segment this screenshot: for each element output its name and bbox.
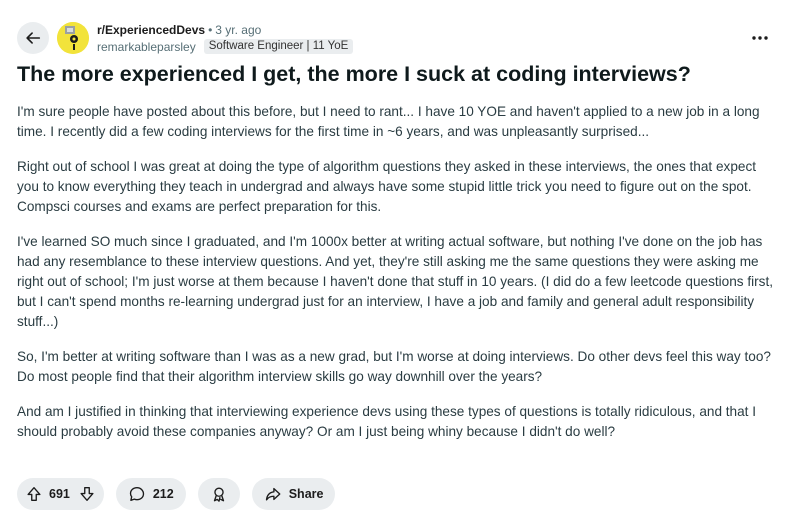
more-options-button[interactable] xyxy=(746,24,774,52)
vote-count: 691 xyxy=(49,487,70,501)
post-paragraph: I'm sure people have posted about this b… xyxy=(17,104,760,139)
post-meta: r/ExperiencedDevs • 3 yr. ago remarkable… xyxy=(97,22,354,55)
post-body: I'm sure people have posted about this b… xyxy=(17,102,774,457)
back-button[interactable] xyxy=(17,22,49,54)
arrow-left-icon xyxy=(26,32,41,44)
post-page: r/ExperiencedDevs • 3 yr. ago remarkable… xyxy=(0,0,788,525)
comment-count: 212 xyxy=(152,487,174,501)
post-paragraph: Right out of school I was great at doing… xyxy=(17,159,757,214)
share-label: Share xyxy=(288,487,324,501)
post-title: The more experienced I get, the more I s… xyxy=(17,62,691,86)
post-paragraph: I've learned SO much since I graduated, … xyxy=(17,234,774,329)
post-paragraph: And am I justified in thinking that inte… xyxy=(17,404,757,439)
speech-bubble-icon xyxy=(129,487,145,501)
post-age: 3 yr. ago xyxy=(215,22,262,37)
meta-separator: • xyxy=(208,22,213,37)
meta-top-line: r/ExperiencedDevs • 3 yr. ago xyxy=(97,22,353,38)
award-icon xyxy=(213,487,224,502)
share-arrow-icon xyxy=(265,487,281,501)
comments-button[interactable]: 212 xyxy=(115,478,186,510)
post-header: r/ExperiencedDevs • 3 yr. ago remarkable… xyxy=(17,20,774,56)
subreddit-link[interactable]: r/ExperiencedDevs xyxy=(97,22,205,38)
subreddit-avatar[interactable] xyxy=(57,22,89,54)
user-flair: Software Engineer | 11 YoE xyxy=(203,39,354,54)
author-username[interactable]: remarkableparsley xyxy=(97,39,196,55)
more-icon xyxy=(752,36,768,40)
subreddit-icon xyxy=(57,22,89,54)
post-action-bar: 691 212 Share xyxy=(17,478,336,510)
vote-control: 691 xyxy=(17,478,104,510)
meta-bottom-line: remarkableparsley Software Engineer | 11… xyxy=(97,39,354,55)
award-button[interactable] xyxy=(197,478,240,510)
arrow-up-icon[interactable] xyxy=(25,485,43,503)
arrow-down-icon[interactable] xyxy=(78,485,96,503)
share-button[interactable]: Share xyxy=(251,478,336,510)
post-paragraph: So, I'm better at writing software than … xyxy=(17,349,771,384)
